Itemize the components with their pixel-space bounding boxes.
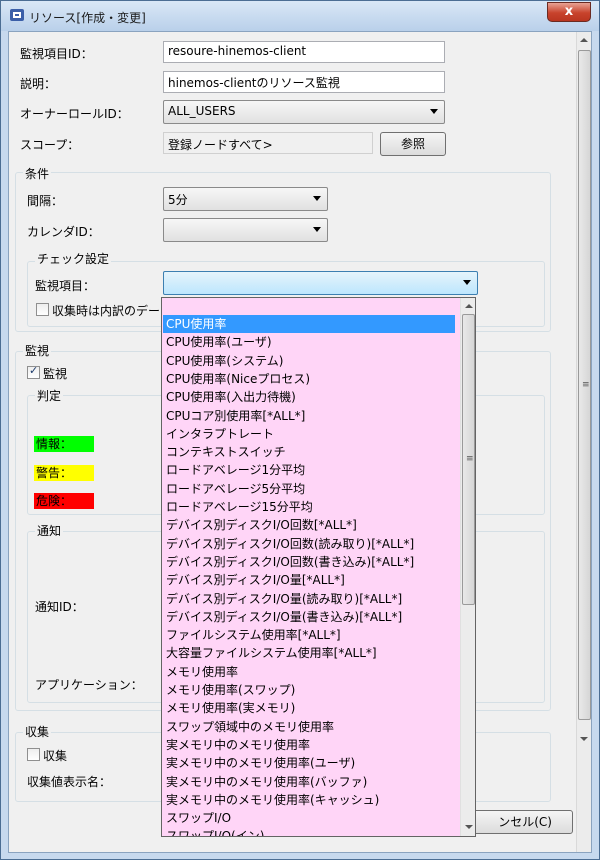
notify-group-label: 通知 xyxy=(35,522,64,539)
dropdown-item[interactable]: CPU使用率(システム) xyxy=(163,352,455,370)
dropdown-item[interactable]: スワップI/O xyxy=(163,809,455,827)
dropdown-item[interactable]: ロードアベレージ15分平均 xyxy=(163,498,455,516)
interval-label: 間隔： xyxy=(27,194,64,208)
conditions-group-label: 条件 xyxy=(23,165,52,182)
dropdown-item[interactable]: デバイス別ディスクI/O回数(書き込み)[*ALL*] xyxy=(163,553,455,571)
dropdown-item[interactable]: コンテキストスイッチ xyxy=(163,443,455,461)
chevron-down-icon xyxy=(313,227,321,232)
scroll-down-icon[interactable] xyxy=(580,737,588,741)
owner-role-label: オーナーロールID： xyxy=(20,107,129,121)
warning-badge: 警告： xyxy=(34,465,94,481)
notify-id-label: 通知ID： xyxy=(35,600,84,614)
dropdown-item[interactable]: スワップ領域中のメモリ使用率 xyxy=(163,718,455,736)
dropdown-item[interactable]: デバイス別ディスクI/O回数(読み取り)[*ALL*] xyxy=(163,535,455,553)
dropdown-item[interactable]: スワップI/O(イン) xyxy=(163,827,455,836)
monitor-enable-checkbox[interactable] xyxy=(27,364,40,379)
chevron-down-icon xyxy=(313,196,321,201)
browse-button[interactable]: 参照 xyxy=(380,132,446,156)
app-icon xyxy=(10,9,24,21)
dropdown-scroll-thumb[interactable]: ≡ xyxy=(462,314,475,605)
chevron-down-icon xyxy=(463,280,471,285)
interval-select[interactable]: 5分 xyxy=(163,187,328,211)
owner-role-select[interactable]: ALL_USERS xyxy=(163,100,445,124)
dropdown-item[interactable]: メモリ使用率 xyxy=(163,663,455,681)
monitor-id-label: 監視項目ID： xyxy=(20,47,93,61)
check-settings-label: チェック設定 xyxy=(35,250,112,267)
application-label: アプリケーション： xyxy=(35,678,143,692)
dropdown-item[interactable]: デバイス別ディスクI/O回数[*ALL*] xyxy=(163,516,455,534)
monitor-enable-label: 監視 xyxy=(43,367,68,381)
dropdown-item[interactable]: 大容量ファイルシステム使用率[*ALL*] xyxy=(163,644,455,662)
scope-value: 登録ノードすべて> xyxy=(163,132,373,154)
scroll-down-icon[interactable] xyxy=(465,825,473,829)
dropdown-item[interactable]: デバイス別ディスクI/O量[*ALL*] xyxy=(163,571,455,589)
dropdown-item[interactable]: 実メモリ中のメモリ使用率(ユーザ) xyxy=(163,754,455,772)
monitor-group-label: 監視 xyxy=(23,342,52,359)
collect-internal-label: 収集時は内訳のデータ xyxy=(52,304,173,318)
dropdown-item[interactable]: 実メモリ中のメモリ使用率(キャッシュ) xyxy=(163,791,455,809)
dropdown-item[interactable]: CPU使用率(Niceプロセス) xyxy=(163,370,455,388)
dropdown-item[interactable]: ロードアベレージ5分平均 xyxy=(163,480,455,498)
title-bar[interactable]: リソース[作成・変更] x xyxy=(1,1,599,31)
collect-enable-label: 収集 xyxy=(43,749,68,763)
dropdown-item[interactable]: ファイルシステム使用率[*ALL*] xyxy=(163,626,455,644)
description-input[interactable]: hinemos-clientのリソース監視 xyxy=(163,71,445,93)
critical-badge: 危険： xyxy=(34,493,94,509)
dropdown-item[interactable]: 実メモリ中のメモリ使用率(バッファ) xyxy=(163,773,455,791)
monitor-id-input[interactable]: resoure-hinemos-client xyxy=(163,41,445,63)
collect-display-name-label: 収集値表示名： xyxy=(27,775,112,789)
info-badge: 情報： xyxy=(34,436,94,452)
dropdown-item[interactable]: メモリ使用率(スワップ) xyxy=(163,681,455,699)
dropdown-item[interactable]: デバイス別ディスクI/O量(読み取り)[*ALL*] xyxy=(163,590,455,608)
calendar-select[interactable] xyxy=(163,218,328,242)
dropdown-scrollbar[interactable]: ≡ xyxy=(460,298,475,836)
main-scrollbar[interactable]: ≡ xyxy=(576,32,591,852)
scroll-up-icon[interactable] xyxy=(580,38,588,42)
close-icon: x xyxy=(564,4,574,19)
collect-enable-checkbox[interactable] xyxy=(27,748,40,761)
monitor-item-dropdown[interactable]: CPU使用率 CPU使用率(ユーザ) CPU使用率(システム) CPU使用率(Nice… xyxy=(161,297,476,837)
description-label: 説明： xyxy=(20,77,57,91)
window-title: リソース[作成・変更] xyxy=(29,11,146,25)
grip-icon: ≡ xyxy=(582,380,590,390)
dropdown-item[interactable]: CPU使用率(ユーザ) xyxy=(163,333,455,351)
interval-value: 5分 xyxy=(168,193,188,207)
collect-group-label: 収集 xyxy=(23,723,52,740)
dropdown-item[interactable]: インタラプトレート xyxy=(163,425,455,443)
calendar-label: カレンダID： xyxy=(27,225,100,239)
scroll-up-icon[interactable] xyxy=(465,304,473,308)
owner-role-value: ALL_USERS xyxy=(168,104,236,118)
monitor-item-label: 監視項目： xyxy=(35,279,96,293)
collect-internal-checkbox[interactable] xyxy=(36,303,49,316)
monitor-item-select[interactable] xyxy=(163,271,478,295)
dropdown-item[interactable]: CPU使用率(入出力待機) xyxy=(163,388,455,406)
dropdown-item[interactable]: ロードアベレージ1分平均 xyxy=(163,461,455,479)
dropdown-item[interactable]: 実メモリ中のメモリ使用率 xyxy=(163,736,455,754)
dropdown-item[interactable]: デバイス別ディスクI/O量(書き込み)[*ALL*] xyxy=(163,608,455,626)
dropdown-item[interactable]: メモリ使用率(実メモリ) xyxy=(163,699,455,717)
grip-icon: ≡ xyxy=(466,454,474,464)
dropdown-item[interactable]: CPUコア別使用率[*ALL*] xyxy=(163,407,455,425)
judge-group-label: 判定 xyxy=(35,387,64,404)
main-scroll-thumb[interactable]: ≡ xyxy=(578,50,591,720)
chevron-down-icon xyxy=(430,109,438,114)
scope-label: スコープ： xyxy=(20,138,80,152)
close-button[interactable]: x xyxy=(547,2,591,22)
dropdown-item[interactable]: CPU使用率 xyxy=(163,315,455,333)
